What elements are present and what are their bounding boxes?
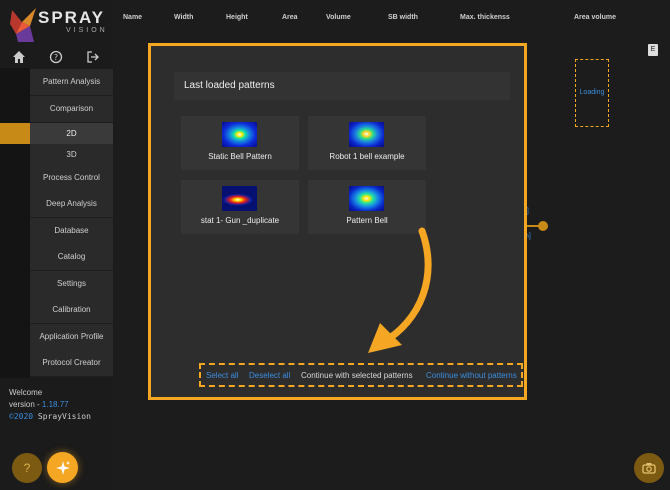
brand-tagline: VISION xyxy=(66,27,108,34)
nav-comparison-3d[interactable]: 3D xyxy=(30,144,113,166)
continue-selected-button[interactable]: Continue with selected patterns xyxy=(301,371,413,380)
pattern-card[interactable]: stat 1- Gun _duplicate xyxy=(181,180,299,234)
welcome-text: Welcome xyxy=(9,388,43,397)
nav-comparison[interactable]: Comparison xyxy=(30,96,113,123)
version-line: version - 1.18.77 xyxy=(9,399,91,411)
nav-gutter xyxy=(0,68,30,378)
nav-calibration[interactable]: Calibration xyxy=(30,297,113,324)
camera-fab-button[interactable] xyxy=(634,453,664,483)
home-icon[interactable] xyxy=(12,50,26,64)
copyright-year: ©2020 xyxy=(9,412,34,421)
logout-icon[interactable] xyxy=(86,50,100,64)
nav-application-profile[interactable]: Application Profile xyxy=(30,324,113,351)
welcome-info: Welcome version - 1.18.77 ©2020 SprayVis… xyxy=(9,387,91,423)
curved-arrow-icon xyxy=(368,227,432,353)
col-area[interactable]: Area xyxy=(282,14,298,21)
modal-title: Last loaded patterns xyxy=(184,80,275,91)
col-width[interactable]: Width xyxy=(174,14,193,21)
nav-pattern-analysis[interactable]: Pattern Analysis xyxy=(30,69,113,96)
company-name: SprayVision xyxy=(37,412,91,421)
camera-icon xyxy=(642,463,656,474)
pattern-thumbnail xyxy=(222,186,257,211)
pattern-card[interactable]: Robot 1 bell example xyxy=(308,116,426,170)
pattern-thumbnail xyxy=(349,186,384,211)
col-name[interactable]: Name xyxy=(123,14,142,21)
export-icon[interactable]: E xyxy=(648,44,658,56)
nav-deep-analysis[interactable]: Deep Analysis xyxy=(30,191,113,218)
pattern-card[interactable]: Static Bell Pattern xyxy=(181,116,299,170)
sprayvision-logo-icon xyxy=(10,8,36,42)
col-max-thickness[interactable]: Max. thickenss xyxy=(460,14,510,21)
svg-text:?: ? xyxy=(54,53,58,62)
copyright-line: ©2020 SprayVision xyxy=(9,411,91,423)
help-fab-button[interactable]: ? xyxy=(12,453,42,483)
question-icon: ? xyxy=(23,461,31,475)
loading-placeholder: Loading xyxy=(575,59,609,127)
nav-comparison-2d[interactable]: 2D xyxy=(30,123,113,145)
nav-process-control[interactable]: Process Control xyxy=(30,165,113,192)
brand-name: SPRAY xyxy=(38,8,106,27)
pattern-label: Pattern Bell xyxy=(346,216,388,225)
select-all-button[interactable]: Select all xyxy=(206,371,238,380)
nav-database[interactable]: Database xyxy=(30,218,113,245)
col-height[interactable]: Height xyxy=(226,14,248,21)
pattern-thumbnail xyxy=(349,122,384,147)
sparkle-icon xyxy=(55,460,70,475)
pattern-thumbnail xyxy=(222,122,257,147)
pattern-label: Robot 1 bell example xyxy=(329,152,405,161)
col-sb-width[interactable]: SB width xyxy=(388,14,418,21)
magic-fab-button[interactable] xyxy=(47,452,78,483)
sidebar-icon-row: ? xyxy=(0,48,113,68)
nav-settings[interactable]: Settings xyxy=(30,271,113,298)
help-icon[interactable]: ? xyxy=(49,50,63,64)
pattern-label: Static Bell Pattern xyxy=(208,152,272,161)
slider-handle[interactable] xyxy=(538,221,548,231)
deselect-all-button[interactable]: Deselect all xyxy=(249,371,290,380)
continue-without-button[interactable]: Continue without patterns xyxy=(426,371,517,380)
col-area-volume[interactable]: Area volume xyxy=(574,14,616,21)
active-indicator xyxy=(0,123,30,144)
col-volume[interactable]: Volume xyxy=(326,14,351,21)
nav-protocol-creator[interactable]: Protocol Creator xyxy=(30,350,113,377)
slider-track xyxy=(525,225,539,227)
version-number: 1.18.77 xyxy=(41,400,69,409)
version-label: version - xyxy=(9,400,42,409)
nav-catalog[interactable]: Catalog xyxy=(30,244,113,271)
logo: SPRAY VISION xyxy=(8,4,108,46)
pattern-label: stat 1- Gun _duplicate xyxy=(200,216,280,225)
